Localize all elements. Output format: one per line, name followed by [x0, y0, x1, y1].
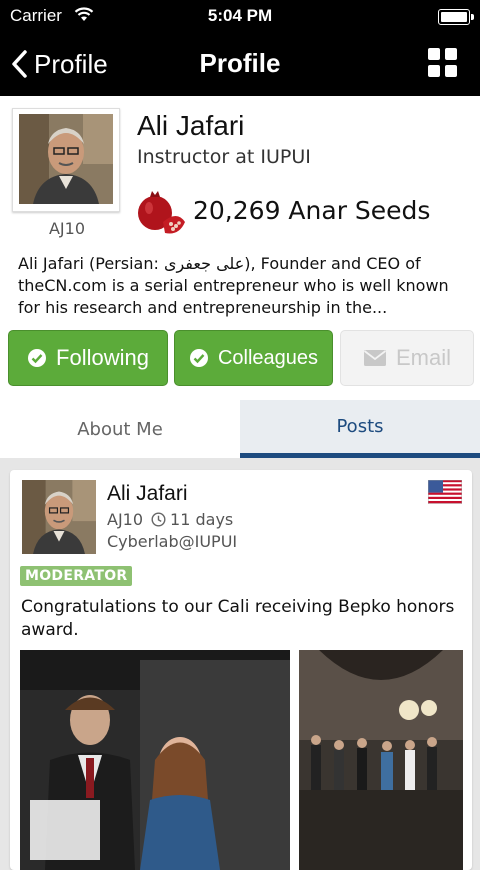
post-meta: AJ10 11 days [107, 510, 233, 529]
back-label: Profile [34, 48, 108, 79]
post-author-name[interactable]: Ali Jafari [107, 482, 188, 506]
avatar-photo [19, 114, 113, 204]
status-bar: Carrier 5:04 PM [0, 0, 480, 32]
pomegranate-icon [138, 191, 185, 234]
anar-seeds-count: 20,269 Anar Seeds [193, 196, 431, 225]
profile-bio: Ali Jafari (Persian: علی جعفری), Founder… [18, 254, 449, 317]
navigation-bar: Profile Profile [0, 32, 480, 96]
grid-menu-icon[interactable] [428, 48, 458, 78]
profile-tabs: About Me Posts [0, 400, 480, 458]
email-button[interactable]: Email [340, 330, 474, 386]
post-photo[interactable] [299, 650, 463, 870]
check-circle-icon [189, 348, 209, 368]
avatar[interactable] [12, 108, 120, 212]
tab-posts[interactable]: Posts [240, 400, 480, 458]
envelope-icon [363, 349, 387, 367]
us-flag-icon [428, 480, 462, 504]
following-button[interactable]: Following [8, 330, 168, 386]
post-text: Congratulations to our Cali receiving Be… [21, 597, 455, 640]
post-author-avatar[interactable] [22, 480, 96, 554]
colleagues-label: Colleagues [217, 346, 319, 369]
tab-about-me[interactable]: About Me [0, 400, 240, 458]
profile-header: AJ10 Ali Jafari Instructor at IUPUI 20,2… [0, 96, 480, 400]
following-label: Following [56, 345, 149, 370]
post-photo[interactable] [20, 650, 290, 870]
profile-handle: AJ10 [48, 219, 86, 238]
back-chevron-icon [12, 50, 27, 78]
battery-icon [438, 9, 474, 25]
profile-role: Instructor at IUPUI [137, 146, 311, 168]
moderator-badge: MODERATOR [20, 566, 133, 586]
colleagues-button[interactable]: Colleagues [174, 330, 333, 386]
post-time: 11 days [170, 510, 234, 529]
post-organization: Cyberlab@IUPUI [107, 532, 238, 551]
post-card[interactable]: Ali Jafari AJ10 11 days Cyberlab@IUPUI M… [10, 470, 472, 870]
post-author-handle: AJ10 [107, 510, 144, 529]
status-time: 5:04 PM [207, 6, 273, 25]
clock-icon [151, 512, 166, 527]
profile-name: Ali Jafari [137, 110, 245, 141]
check-circle-icon [27, 348, 47, 368]
email-label: Email [395, 345, 451, 370]
back-button[interactable]: Profile [10, 46, 108, 82]
